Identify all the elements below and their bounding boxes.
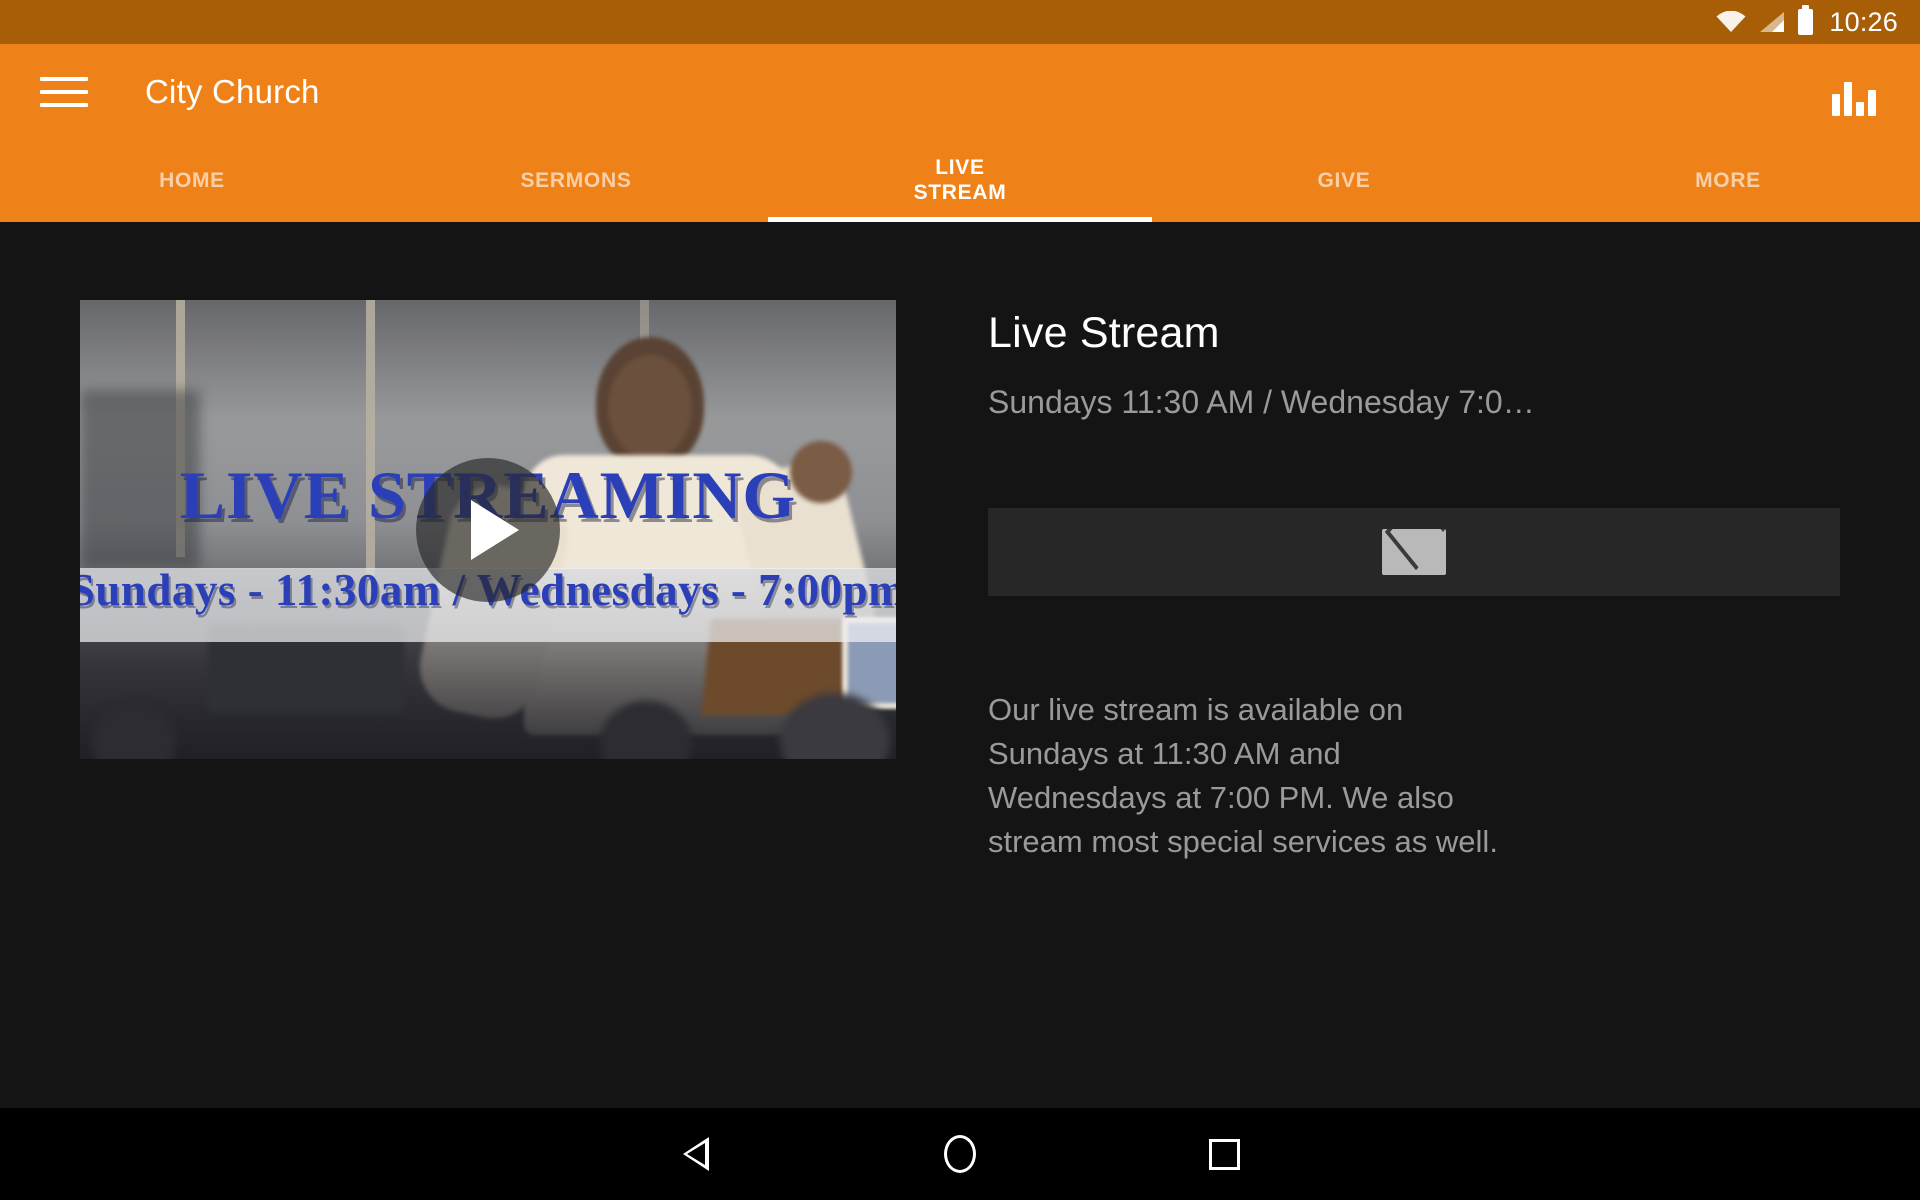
tab-label: LIVE STREAM [913, 156, 1007, 204]
hamburger-line [40, 103, 88, 107]
tab-more[interactable]: MORE [1536, 140, 1920, 222]
back-triangle-icon [683, 1137, 709, 1171]
app-root: 10:26 City Church HOME SERMONS LIVE STRE… [0, 0, 1920, 1200]
app-bar: City Church HOME SERMONS LIVE STREAM GIV… [0, 44, 1920, 222]
audience-head [600, 701, 692, 759]
bar-chart-icon[interactable] [1828, 68, 1880, 116]
live-stream-schedule: Sundays 11:30 AM / Wednesday 7:0… [988, 384, 1535, 421]
battery-icon [1798, 5, 1814, 35]
content-area: LIVE STREAMING Sundays - 11:30am / Wedne… [0, 222, 1920, 1108]
video-column: LIVE STREAMING Sundays - 11:30am / Wedne… [0, 300, 960, 1108]
play-icon[interactable] [416, 457, 560, 602]
home-circle-icon [944, 1135, 976, 1173]
status-icon-group [1716, 5, 1814, 35]
audience-head [92, 703, 176, 759]
envelope-icon [1382, 528, 1446, 575]
nav-recents-button[interactable] [1092, 1108, 1356, 1200]
hamburger-line [40, 77, 88, 81]
chart-bar [1856, 102, 1864, 116]
play-triangle [471, 499, 519, 560]
chart-bar [1868, 90, 1876, 116]
video-thumbnail[interactable]: LIVE STREAMING Sundays - 11:30am / Wedne… [80, 300, 896, 759]
tab-home[interactable]: HOME [0, 140, 384, 222]
speaker-face [608, 354, 693, 459]
live-stream-description: Our live stream is available on Sundays … [988, 691, 1498, 859]
tab-sermons[interactable]: SERMONS [384, 140, 768, 222]
hamburger-menu-icon[interactable] [36, 64, 92, 120]
email-button[interactable] [988, 507, 1840, 596]
status-bar: 10:26 [0, 0, 1920, 44]
tab-bar: HOME SERMONS LIVE STREAM GIVE MORE [0, 140, 1920, 222]
app-bar-top-row: City Church [0, 44, 1920, 140]
nav-back-button[interactable] [564, 1108, 828, 1200]
tab-label: SERMONS [520, 168, 632, 192]
chart-bar [1832, 94, 1840, 116]
cellular-signal-icon [1759, 11, 1785, 33]
hamburger-line [40, 90, 88, 94]
page-title: City Church [145, 73, 320, 110]
tab-label: GIVE [1317, 168, 1371, 192]
tab-give[interactable]: GIVE [1152, 140, 1536, 222]
live-stream-title: Live Stream [988, 309, 1220, 357]
nav-home-button[interactable] [828, 1108, 1092, 1200]
tab-label: HOME [159, 168, 225, 192]
android-navigation-bar [0, 1108, 1920, 1200]
status-bar-clock: 10:26 [1829, 6, 1898, 37]
details-column: Live Stream Sundays 11:30 AM / Wednesday… [960, 300, 1920, 1108]
recents-square-icon [1208, 1138, 1240, 1170]
tab-label: MORE [1695, 168, 1761, 192]
tab-live-stream[interactable]: LIVE STREAM [768, 140, 1152, 222]
wifi-icon [1716, 11, 1746, 33]
chart-bar [1844, 82, 1852, 116]
